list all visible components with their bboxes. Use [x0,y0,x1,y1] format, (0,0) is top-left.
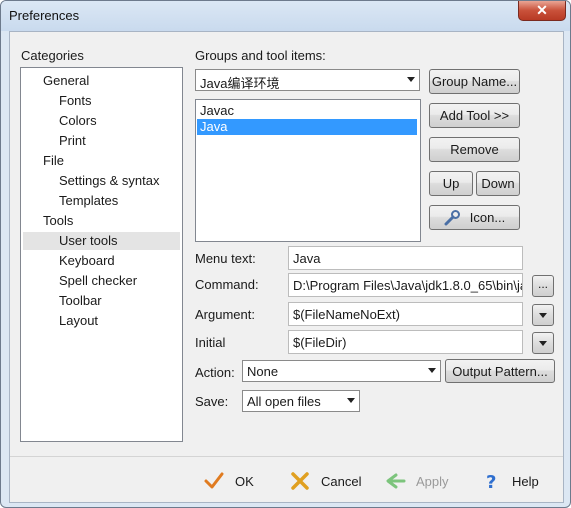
save-select-value: All open files [247,394,321,409]
action-select[interactable]: None [242,360,441,382]
save-label: Save: [195,394,229,409]
icon-button-label: Icon... [469,210,506,225]
group-name-button[interactable]: Group Name... [429,69,520,94]
up-button[interactable]: Up [429,171,473,196]
initial-value: $(FileDir) [293,335,347,350]
command-value: D:\Program Files\Java\jdk1.8.0_65\bin\ja… [293,278,522,293]
help-icon: ? [486,472,496,492]
chevron-down-icon [428,368,436,373]
list-item-java[interactable]: Java [197,119,417,135]
title-bar: Preferences ✕ [1,1,570,31]
browse-label: ... [537,277,548,291]
group-select[interactable]: Java编译环境 [195,69,420,91]
tree-item-file[interactable]: File [43,152,64,170]
command-input[interactable]: D:\Program Files\Java\jdk1.8.0_65\bin\ja… [288,273,523,297]
close-icon: ✕ [536,2,548,18]
tree-item-fonts[interactable]: Fonts [59,92,92,110]
categories-label: Categories [21,48,84,63]
menu-text-value: Java [293,251,321,266]
preferences-window: Preferences ✕ Categories General Fonts Col… [0,0,571,508]
dialog-body: Categories General Fonts Colors Print File Se… [9,31,564,503]
help-label: Help [512,473,539,489]
tree-item-user-tools[interactable]: User tools [23,232,180,250]
window-title: Preferences [9,8,80,23]
apply-arrow-icon [386,473,406,489]
checkmark-icon [204,472,224,489]
chevron-down-icon [407,77,415,82]
tool-list[interactable]: Javac Java [195,99,421,242]
argument-input[interactable]: $(FileNameNoExt) [288,302,523,326]
argument-label: Argument: [195,307,255,322]
tree-item-toolbar[interactable]: Toolbar [59,292,102,310]
argument-menu-button[interactable] [532,304,554,326]
action-label: Action: [195,365,235,380]
cancel-x-icon [291,472,309,490]
down-button[interactable]: Down [476,171,520,196]
wrench-icon [444,209,460,225]
group-select-value: Java编译环境 [200,76,280,91]
tree-item-colors[interactable]: Colors [59,112,97,130]
tree-item-print[interactable]: Print [59,132,86,150]
help-button[interactable]: ? Help [480,469,539,493]
save-select[interactable]: All open files [242,390,360,412]
tree-item-tools[interactable]: Tools [43,212,73,230]
close-button[interactable]: ✕ [518,1,566,21]
list-item-javac[interactable]: Javac [197,103,417,119]
triangle-down-icon [539,341,547,346]
add-tool-button[interactable]: Add Tool >> [429,103,520,128]
action-select-value: None [247,364,279,379]
remove-button[interactable]: Remove [429,137,520,162]
argument-value: $(FileNameNoExt) [293,307,400,322]
cancel-button[interactable]: Cancel [289,469,361,493]
tree-item-keyboard[interactable]: Keyboard [59,252,115,270]
cancel-label: Cancel [321,473,362,489]
tree-item-settings-syntax[interactable]: Settings & syntax [59,172,159,190]
tree-item-general[interactable]: General [43,72,89,90]
icon-button[interactable]: Icon... [429,205,520,230]
menu-text-input[interactable]: Java [288,246,523,270]
command-label: Command: [195,277,259,292]
footer-divider [10,456,563,457]
output-pattern-button[interactable]: Output Pattern... [445,359,555,383]
categories-tree[interactable]: General Fonts Colors Print File Settings & sy… [20,67,183,442]
initial-menu-button[interactable] [532,332,554,354]
initial-input[interactable]: $(FileDir) [288,330,523,354]
tree-item-layout[interactable]: Layout [59,312,98,330]
ok-button[interactable]: OK [203,469,254,493]
browse-button[interactable]: ... [532,275,554,297]
apply-button[interactable]: Apply [384,469,449,493]
tree-item-spell-checker[interactable]: Spell checker [59,272,137,290]
groups-label: Groups and tool items: [195,48,326,63]
initial-label: Initial [195,335,226,350]
apply-label: Apply [416,473,449,489]
menu-text-label: Menu text: [195,251,256,266]
svg-text:?: ? [486,472,496,492]
chevron-down-icon [347,398,355,403]
tree-item-templates[interactable]: Templates [59,192,118,210]
ok-label: OK [235,473,254,489]
triangle-down-icon [539,313,547,318]
